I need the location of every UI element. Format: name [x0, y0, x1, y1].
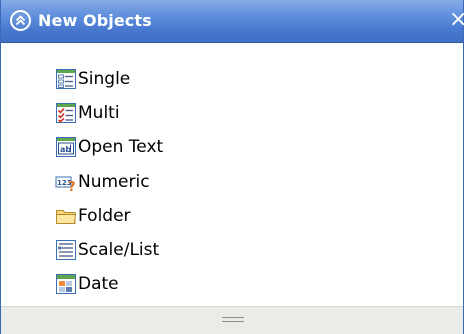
svg-text:ab: ab: [60, 145, 71, 154]
list-item-single[interactable]: Single: [55, 62, 163, 96]
panel-titlebar: New Objects ×: [1, 0, 464, 43]
panel-footer: [1, 306, 463, 334]
list-item-date[interactable]: Date: [55, 267, 163, 301]
list-item-scale-list[interactable]: Scale/List: [55, 233, 163, 267]
scale-list-icon: [55, 239, 77, 261]
list-item-label: Open Text: [78, 137, 164, 158]
resize-grip-icon[interactable]: [222, 317, 244, 323]
list-item-numeric[interactable]: 123 ? Numeric: [55, 165, 163, 199]
date-icon: [55, 273, 77, 295]
double-chevron-up-icon[interactable]: [10, 10, 31, 31]
folder-icon: [55, 205, 77, 227]
single-choice-icon: [55, 68, 77, 90]
list-item-open-text[interactable]: ab Open Text: [55, 130, 163, 164]
list-item-label: Numeric: [78, 171, 150, 192]
open-text-icon: ab: [55, 136, 77, 158]
svg-text:?: ?: [68, 180, 76, 193]
new-objects-panel: New Objects × Single Multi ab Open Text …: [0, 0, 464, 334]
panel-title: New Objects: [38, 11, 152, 30]
list-item-folder[interactable]: Folder: [55, 199, 163, 233]
list-item-label: Date: [78, 274, 119, 295]
list-item-multi[interactable]: Multi: [55, 96, 163, 130]
list-item-label: Single: [78, 69, 131, 90]
multi-choice-icon: [55, 102, 77, 124]
list-item-label: Folder: [78, 205, 131, 226]
numeric-icon: 123 ?: [55, 171, 77, 193]
new-objects-list: Single Multi ab Open Text 123 ? Numeric …: [55, 62, 163, 301]
list-item-label: Multi: [78, 103, 120, 124]
close-icon[interactable]: ×: [449, 8, 464, 32]
list-item-label: Scale/List: [78, 240, 160, 261]
